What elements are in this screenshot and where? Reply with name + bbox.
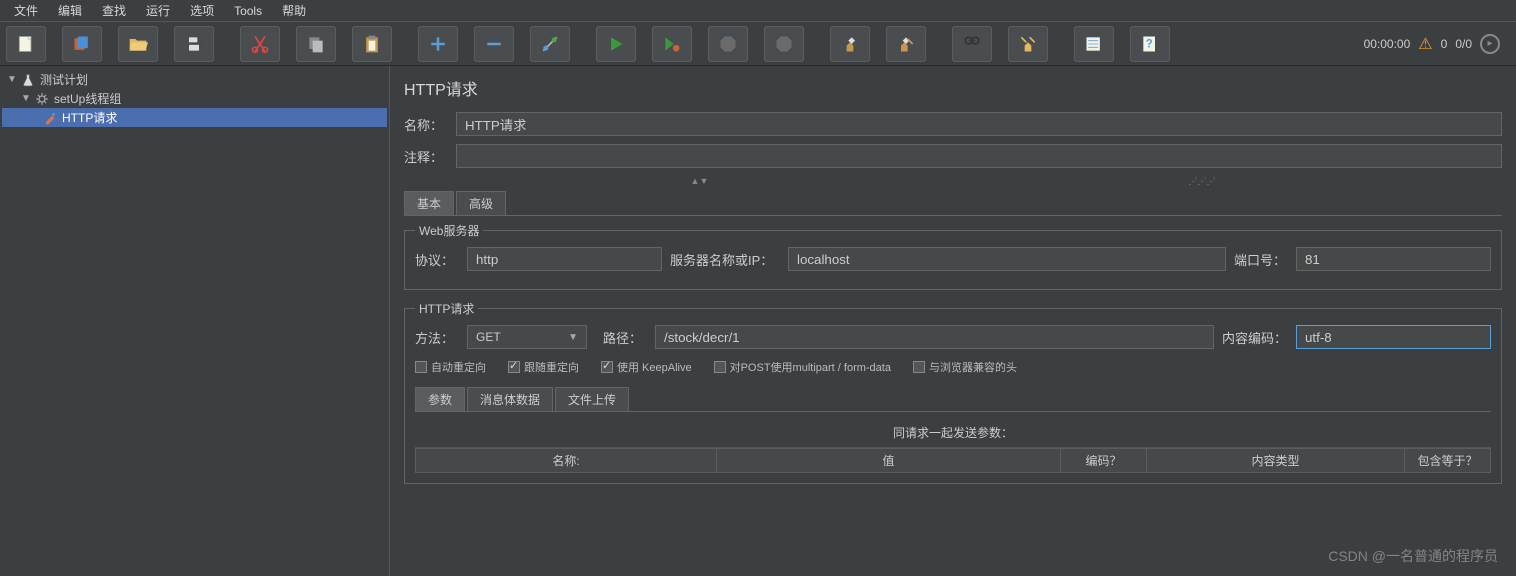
tree-collapse-icon[interactable]: ▼ — [6, 74, 18, 85]
tab-body[interactable]: 消息体数据 — [467, 387, 553, 411]
tree-label: HTTP请求 — [62, 109, 117, 126]
encoding-label: 内容编码： — [1222, 328, 1288, 347]
save-button[interactable] — [174, 26, 214, 62]
tab-params[interactable]: 参数 — [415, 387, 465, 411]
follow-redirect-checkbox[interactable]: 跟随重定向 — [508, 359, 579, 375]
menu-options[interactable]: 选项 — [180, 0, 224, 22]
svg-text:?: ? — [1146, 37, 1153, 50]
web-server-fieldset: Web服务器 协议： 服务器名称或IP： 端口号： — [404, 222, 1502, 290]
running-indicator-icon — [1480, 34, 1500, 54]
comment-label: 注释： — [404, 147, 448, 166]
method-value: GET — [476, 330, 501, 344]
menu-search[interactable]: 查找 — [92, 0, 136, 22]
warning-count: 0 — [1441, 37, 1448, 51]
menu-run[interactable]: 运行 — [136, 0, 180, 22]
encoding-input[interactable] — [1296, 325, 1491, 349]
menu-edit[interactable]: 编辑 — [48, 0, 92, 22]
search-button[interactable] — [952, 26, 992, 62]
path-label: 路径： — [603, 328, 647, 347]
tab-files[interactable]: 文件上传 — [555, 387, 629, 411]
remove-button[interactable] — [474, 26, 514, 62]
sampler-icon — [42, 111, 58, 125]
menu-tools[interactable]: Tools — [224, 1, 272, 21]
path-input[interactable] — [655, 325, 1214, 349]
watermark: CSDN @一名普通的程序员 — [1328, 546, 1498, 566]
templates-button[interactable] — [62, 26, 102, 62]
http-request-legend: HTTP请求 — [415, 300, 478, 317]
add-button[interactable] — [418, 26, 458, 62]
comment-input[interactable] — [456, 144, 1502, 168]
gear-icon — [34, 92, 50, 106]
toolbar: ? 00:00:00 ⚠ 0 0/0 — [0, 22, 1516, 66]
web-server-legend: Web服务器 — [415, 222, 483, 239]
start-no-pause-button[interactable] — [652, 26, 692, 62]
multipart-checkbox[interactable]: 对POST使用multipart / form-data — [714, 359, 891, 375]
auto-redirect-checkbox[interactable]: 自动重定向 — [415, 359, 486, 375]
paste-button[interactable] — [352, 26, 392, 62]
param-table[interactable]: 名称: 值 编码？ 内容类型 包含等于？ — [415, 448, 1491, 473]
tree-http-request[interactable]: HTTP请求 — [2, 108, 387, 127]
method-select[interactable]: GET ▼ — [467, 325, 587, 349]
col-include[interactable]: 包含等于？ — [1405, 449, 1491, 473]
warning-icon[interactable]: ⚠ — [1418, 34, 1432, 54]
clear-all-button[interactable] — [886, 26, 926, 62]
col-value[interactable]: 值 — [717, 449, 1061, 473]
flask-icon — [20, 73, 36, 87]
tree-panel[interactable]: ▼ 测试计划 ▼ setUp线程组 HTTP请求 — [0, 66, 390, 576]
tree-label: setUp线程组 — [54, 90, 121, 107]
server-label: 服务器名称或IP： — [670, 250, 780, 269]
panel-title: HTTP请求 — [404, 76, 1502, 100]
tree-label: 测试计划 — [40, 71, 88, 88]
chevron-down-icon: ▼ — [568, 332, 578, 343]
menu-help[interactable]: 帮助 — [272, 0, 316, 22]
copy-button[interactable] — [296, 26, 336, 62]
port-label: 端口号： — [1234, 250, 1288, 269]
http-request-fieldset: HTTP请求 方法： GET ▼ 路径： 内容编码： 自动重定向 跟随重定向 — [404, 300, 1502, 484]
tab-basic[interactable]: 基本 — [404, 191, 454, 215]
name-label: 名称： — [404, 115, 448, 134]
config-tabs: 基本 高级 — [404, 191, 1502, 216]
tree-test-plan[interactable]: ▼ 测试计划 — [2, 70, 387, 89]
start-button[interactable] — [596, 26, 636, 62]
col-name[interactable]: 名称: — [416, 449, 717, 473]
browser-headers-checkbox[interactable]: 与浏览器兼容的头 — [913, 359, 1017, 375]
new-plan-button[interactable] — [6, 26, 46, 62]
reset-search-button[interactable] — [1008, 26, 1048, 62]
open-button[interactable] — [118, 26, 158, 62]
keepalive-checkbox[interactable]: 使用 KeepAlive — [601, 359, 692, 375]
stop-button[interactable] — [708, 26, 748, 62]
body-tabs: 参数 消息体数据 文件上传 — [415, 387, 1491, 412]
shutdown-button[interactable] — [764, 26, 804, 62]
clear-button[interactable] — [830, 26, 870, 62]
options-row: 自动重定向 跟随重定向 使用 KeepAlive 对POST使用multipar… — [415, 359, 1491, 375]
tree-thread-group[interactable]: ▼ setUp线程组 — [2, 89, 387, 108]
main-area: ▼ 测试计划 ▼ setUp线程组 HTTP请求 HTTP请求 名称： — [0, 66, 1516, 576]
name-input[interactable] — [456, 112, 1502, 136]
toolbar-status: 00:00:00 ⚠ 0 0/0 — [1364, 34, 1510, 54]
port-input[interactable] — [1296, 247, 1491, 271]
protocol-input[interactable] — [467, 247, 662, 271]
tree-collapse-icon[interactable]: ▼ — [20, 93, 32, 104]
menu-file[interactable]: 文件 — [4, 0, 48, 22]
method-label: 方法： — [415, 328, 459, 347]
content-panel: HTTP请求 名称： 注释： ▲▼ — [390, 66, 1516, 576]
elapsed-timer: 00:00:00 — [1364, 37, 1411, 51]
server-input[interactable] — [788, 247, 1226, 271]
param-header: 同请求一起发送参数： — [415, 418, 1491, 448]
col-encode[interactable]: 编码？ — [1061, 449, 1147, 473]
thread-counter: 0/0 — [1455, 37, 1472, 51]
protocol-label: 协议： — [415, 250, 459, 269]
tab-advanced[interactable]: 高级 — [456, 191, 506, 215]
col-type[interactable]: 内容类型 — [1147, 449, 1405, 473]
function-helper-button[interactable] — [1074, 26, 1114, 62]
toggle-button[interactable] — [530, 26, 570, 62]
divider-handle[interactable]: ▲▼ ⋰⋰⋰ — [404, 176, 1502, 187]
menu-bar: 文件 编辑 查找 运行 选项 Tools 帮助 — [0, 0, 1516, 22]
cut-button[interactable] — [240, 26, 280, 62]
help-button[interactable]: ? — [1130, 26, 1170, 62]
